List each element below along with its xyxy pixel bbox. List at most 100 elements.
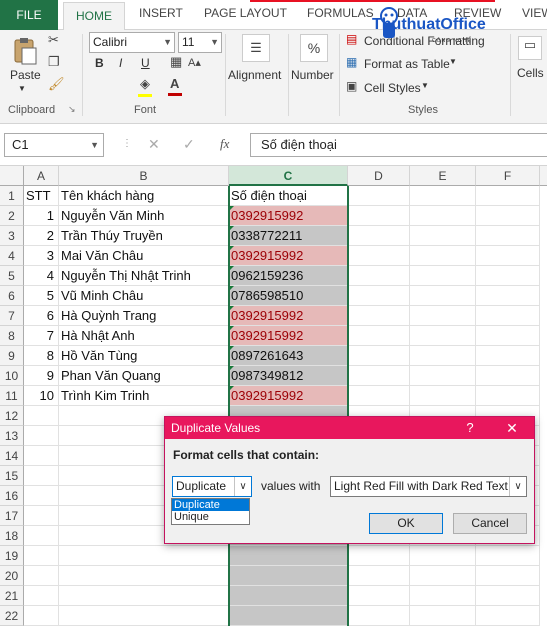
font-color-icon[interactable]: A — [170, 76, 179, 91]
paste-icon[interactable] — [12, 36, 38, 66]
cell-e[interactable] — [410, 606, 476, 626]
row-header[interactable]: 5 — [0, 266, 24, 286]
ok-button[interactable]: OK — [369, 513, 443, 534]
tab-formulas[interactable]: FORMULAS — [307, 6, 374, 20]
cell-d[interactable] — [348, 186, 410, 206]
close-icon[interactable]: ✕ — [501, 417, 523, 439]
cell-f[interactable] — [476, 186, 540, 206]
row-header[interactable]: 21 — [0, 586, 24, 606]
font-size-select[interactable]: 11 ▼ — [178, 32, 222, 53]
row-header[interactable]: 3 — [0, 226, 24, 246]
cell-stt[interactable]: 9 — [24, 366, 59, 386]
cells-icon[interactable]: ▭ — [518, 36, 542, 60]
cell-stt[interactable]: 7 — [24, 326, 59, 346]
alignment-label[interactable]: Alignment — [228, 68, 281, 82]
row-header[interactable]: 12 — [0, 406, 24, 426]
cell-d[interactable] — [348, 366, 410, 386]
cell-f[interactable] — [476, 366, 540, 386]
font-name-select[interactable]: Calibri ▼ — [89, 32, 175, 53]
row-header[interactable]: 19 — [0, 546, 24, 566]
cell-customer-name[interactable] — [59, 546, 229, 566]
row-header[interactable]: 2 — [0, 206, 24, 226]
cell-f[interactable] — [476, 606, 540, 626]
cell-customer-name[interactable]: Mai Văn Châu — [59, 246, 229, 266]
copy-icon[interactable]: ❐ — [48, 54, 60, 70]
row-header[interactable]: 9 — [0, 346, 24, 366]
row-header[interactable]: 14 — [0, 446, 24, 466]
percent-icon[interactable]: % — [300, 34, 328, 62]
cell-stt[interactable]: 1 — [24, 206, 59, 226]
formula-input[interactable]: Số điện thoại — [250, 133, 547, 157]
cell-stt[interactable]: 4 — [24, 266, 59, 286]
cell-e[interactable] — [410, 226, 476, 246]
cell-f[interactable] — [476, 586, 540, 606]
format-painter-icon[interactable]: 🖌 — [48, 76, 65, 92]
tab-file[interactable]: FILE — [0, 0, 58, 30]
cell-d[interactable] — [348, 586, 410, 606]
cell-d[interactable] — [348, 346, 410, 366]
cell-phone[interactable]: 0897261643 — [229, 346, 348, 366]
cell-d[interactable] — [348, 286, 410, 306]
cell-f[interactable] — [476, 386, 540, 406]
cell-d[interactable] — [348, 606, 410, 626]
cell-customer-name[interactable]: Hà Quỳnh Trang — [59, 306, 229, 326]
row-header[interactable]: 15 — [0, 466, 24, 486]
row-header[interactable]: 7 — [0, 306, 24, 326]
cell-d[interactable] — [348, 206, 410, 226]
cell-stt[interactable]: 10 — [24, 386, 59, 406]
cell-stt[interactable] — [24, 466, 59, 486]
row-header[interactable]: 11 — [0, 386, 24, 406]
cell-customer-name[interactable] — [59, 586, 229, 606]
cell-phone[interactable]: 0392915992 — [229, 386, 348, 406]
cell-customer-name[interactable]: Nguyễn Văn Minh — [59, 206, 229, 226]
row-header[interactable]: 4 — [0, 246, 24, 266]
cell-customer-name[interactable]: Vũ Minh Châu — [59, 286, 229, 306]
cell-e[interactable] — [410, 206, 476, 226]
cell-stt[interactable] — [24, 446, 59, 466]
cell-phone[interactable] — [229, 546, 348, 566]
cell-f[interactable] — [476, 206, 540, 226]
increase-font-icon[interactable]: A▴ — [188, 56, 201, 69]
cell-e[interactable] — [410, 286, 476, 306]
italic-button[interactable]: I — [119, 56, 122, 70]
bold-button[interactable]: B — [95, 56, 104, 70]
cell-e[interactable] — [410, 586, 476, 606]
cell-customer-name[interactable]: Nguyễn Thị Nhật Trinh — [59, 266, 229, 286]
borders-icon[interactable]: ▦ — [170, 54, 182, 70]
name-box[interactable]: C1 ▼ — [4, 133, 104, 157]
column-header-b[interactable]: B — [59, 166, 229, 186]
cell-stt[interactable] — [24, 546, 59, 566]
cell-customer-name[interactable]: Hồ Văn Tùng — [59, 346, 229, 366]
enter-icon[interactable]: ✓ — [183, 136, 195, 153]
clipboard-launcher-icon[interactable]: ↘ — [68, 104, 76, 115]
format-select[interactable]: Light Red Fill with Dark Red Text ∨ — [330, 476, 527, 497]
cell-e[interactable] — [410, 306, 476, 326]
cell-customer-name[interactable]: Tên khách hàng — [59, 186, 229, 206]
conditional-formatting-icon[interactable]: ▤ — [346, 32, 357, 46]
cell-stt[interactable] — [24, 426, 59, 446]
cell-customer-name[interactable] — [59, 566, 229, 586]
help-icon[interactable]: ? — [461, 417, 479, 439]
cell-f[interactable] — [476, 226, 540, 246]
cell-d[interactable] — [348, 566, 410, 586]
cell-d[interactable] — [348, 246, 410, 266]
cell-stt[interactable] — [24, 406, 59, 426]
cell-d[interactable] — [348, 546, 410, 566]
cell-e[interactable] — [410, 326, 476, 346]
cancel-button[interactable]: Cancel — [453, 513, 527, 534]
row-header[interactable]: 22 — [0, 606, 24, 626]
cell-phone[interactable]: 0987349812 — [229, 366, 348, 386]
column-header-a[interactable]: A — [24, 166, 59, 186]
row-header[interactable]: 20 — [0, 566, 24, 586]
cell-stt[interactable]: STT — [24, 186, 59, 206]
cell-stt[interactable] — [24, 566, 59, 586]
tab-page-layout[interactable]: PAGE LAYOUT — [204, 6, 287, 20]
cell-e[interactable] — [410, 346, 476, 366]
cell-styles-button[interactable]: Cell Styles — [364, 81, 421, 95]
column-header-g[interactable] — [540, 166, 547, 186]
column-header-e[interactable]: E — [410, 166, 476, 186]
cell-d[interactable] — [348, 306, 410, 326]
cell-phone[interactable] — [229, 566, 348, 586]
format-as-table-button[interactable]: Format as Table — [364, 57, 450, 71]
insert-function-icon[interactable]: fx — [220, 136, 229, 152]
